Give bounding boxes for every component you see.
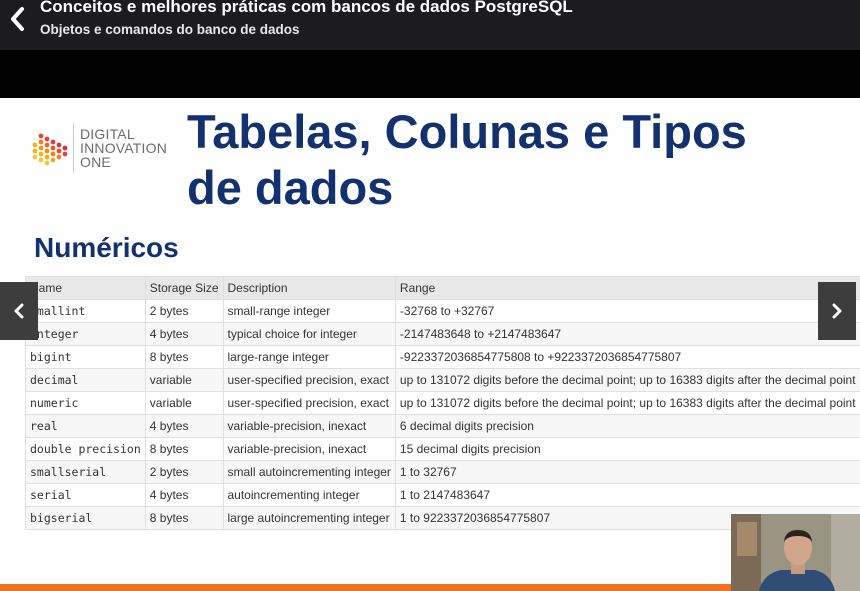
cell-name: bigint: [25, 345, 146, 369]
cell-range: 15 decimal digits precision: [394, 437, 860, 461]
cell-storage-size: 8 bytes: [144, 437, 224, 461]
cell-name: integer: [25, 322, 146, 346]
cell-range: 1 to 2147483647: [394, 483, 860, 507]
table-row-decimal: decimal variable user-specified precision,…: [25, 368, 860, 392]
cell-storage-size: 8 bytes: [144, 345, 224, 369]
table-row-smallserial: smallserial 2 bytes small autoincrementing…: [25, 460, 860, 484]
cell-description: large-range integer: [222, 345, 396, 369]
slide-title-line-1: Tabelas, Colunas e Tipos: [187, 105, 747, 158]
cell-name: real: [25, 414, 146, 438]
cell-name: numeric: [25, 391, 146, 415]
cell-storage-size: 2 bytes: [144, 460, 224, 484]
cell-name: double precision: [25, 437, 146, 461]
cell-storage-size: 4 bytes: [144, 483, 224, 507]
back-button[interactable]: [6, 4, 30, 34]
webcam-feed: [731, 514, 860, 591]
cell-name: smallint: [25, 299, 146, 323]
cell-storage-size: 4 bytes: [144, 322, 224, 346]
table-row-real: real 4 bytes variable-precision, inexact 6 …: [25, 414, 860, 438]
cell-description: autoincrementing integer: [222, 483, 396, 507]
cell-storage-size: variable: [144, 391, 224, 415]
next-slide-button[interactable]: [818, 282, 856, 340]
cell-storage-size: 2 bytes: [144, 299, 224, 323]
lesson-title: Objetos e comandos do banco de dados: [40, 22, 300, 37]
slide-subtitle: Numéricos: [34, 232, 179, 263]
slide-title: Tabelas, Colunas e Tipos de dados: [187, 104, 747, 216]
cell-range: -9223372036854775808 to +922337203685477…: [394, 345, 860, 369]
top-bar: Conceitos e melhores práticas com bancos…: [0, 0, 860, 50]
cell-range: up to 131072 digits before the decimal p…: [394, 391, 860, 415]
cell-range: up to 131072 digits before the decimal p…: [394, 368, 860, 392]
cell-description: user-specified precision, exact: [222, 368, 396, 392]
cell-range: -2147483648 to +2147483647: [394, 322, 860, 346]
chevron-left-icon: [14, 303, 24, 319]
cell-description: large autoincrementing integer: [222, 506, 396, 530]
cell-name: decimal: [25, 368, 146, 392]
cell-range: 1 to 32767: [394, 460, 860, 484]
cell-storage-size: 4 bytes: [144, 414, 224, 438]
logo-line-3: ONE: [80, 154, 111, 170]
table-row-numeric: numeric variable user-specified precision,…: [25, 391, 860, 415]
cell-name: bigserial: [25, 506, 146, 530]
logo-line-2: INNOVATION: [80, 140, 168, 156]
chevron-right-icon: [832, 303, 842, 319]
chevron-left-icon: [11, 7, 24, 31]
column-header-description: Description: [222, 276, 396, 300]
cell-range: -32768 to +32767: [394, 299, 860, 323]
cell-name: serial: [25, 483, 146, 507]
table-row-serial: serial 4 bytes autoincrementing integer 1 t…: [25, 483, 860, 507]
table-row-double-precision: double precision 8 bytes variable-precisio…: [25, 437, 860, 461]
table-row-integer: integer 4 bytes typical choice for integer…: [25, 322, 860, 346]
cell-description: user-specified precision, exact: [222, 391, 396, 415]
cell-description: small autoincrementing integer: [222, 460, 396, 484]
cell-storage-size: 8 bytes: [144, 506, 224, 530]
numeric-types-table: Name Storage Size Description Range smal…: [25, 276, 860, 530]
slide-title-line-2: de dados: [187, 161, 394, 214]
logo-line-1: DIGITAL: [80, 126, 135, 142]
table-row-bigint: bigint 8 bytes large-range integer -9223372…: [25, 345, 860, 369]
table-row-smallint: smallint 2 bytes small-range integer -32768…: [25, 299, 860, 323]
cell-range: 6 decimal digits precision: [394, 414, 860, 438]
logo-divider: [73, 124, 74, 172]
course-title: Conceitos e melhores práticas com bancos…: [40, 0, 573, 16]
logo-text: DIGITAL INNOVATION ONE: [80, 127, 167, 169]
cell-description: variable-precision, inexact: [222, 414, 396, 438]
previous-slide-button[interactable]: [0, 282, 38, 340]
column-header-name: Name: [25, 276, 146, 300]
dio-logo-icon: [32, 133, 68, 166]
column-header-storage-size: Storage Size: [144, 276, 224, 300]
cell-description: typical choice for integer: [222, 322, 396, 346]
cell-description: variable-precision, inexact: [222, 437, 396, 461]
instructor-webcam: [731, 514, 860, 591]
cell-description: small-range integer: [222, 299, 396, 323]
table-header-row: Name Storage Size Description Range: [25, 276, 860, 300]
column-header-range: Range: [394, 276, 860, 300]
cell-storage-size: variable: [144, 368, 224, 392]
cell-name: smallserial: [25, 460, 146, 484]
